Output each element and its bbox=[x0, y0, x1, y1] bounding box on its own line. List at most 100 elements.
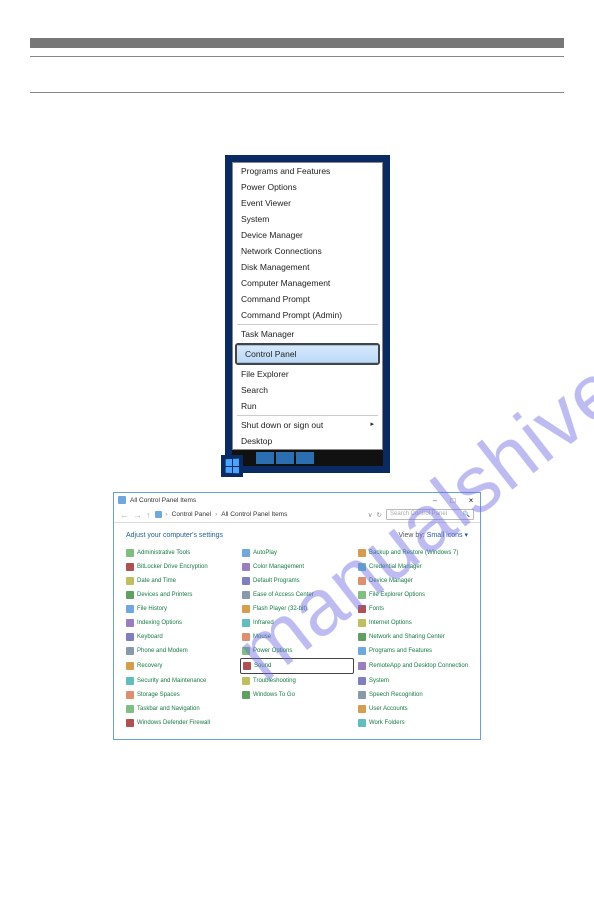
winx-item[interactable]: Computer Management bbox=[233, 275, 382, 291]
search-input[interactable]: Search Control Panel 🔍 bbox=[386, 509, 474, 520]
control-panel-item[interactable]: Fonts bbox=[358, 603, 468, 615]
winx-item[interactable]: Run bbox=[233, 398, 382, 414]
item-icon bbox=[358, 549, 366, 557]
control-panel-item[interactable]: Mouse bbox=[242, 631, 352, 643]
control-panel-item-sound-highlighted[interactable]: Sound bbox=[240, 658, 354, 674]
control-panel-item[interactable]: Recovery bbox=[126, 659, 236, 673]
control-panel-item[interactable]: Ease of Access Center bbox=[242, 589, 352, 601]
control-panel-item[interactable]: Security and Maintenance bbox=[126, 675, 236, 687]
page-header-line-1 bbox=[30, 56, 564, 57]
close-button[interactable]: × bbox=[466, 496, 476, 505]
winx-item[interactable]: File Explorer bbox=[233, 366, 382, 382]
view-by-dropdown[interactable]: Small icons ▾ bbox=[427, 532, 468, 539]
item-label: Administrative Tools bbox=[137, 550, 190, 556]
up-button[interactable]: ↑ bbox=[146, 510, 151, 520]
control-panel-item[interactable]: AutoPlay bbox=[242, 547, 352, 559]
control-panel-item[interactable]: Flash Player (32-bit) bbox=[242, 603, 352, 615]
item-label: File Explorer Options bbox=[369, 592, 425, 598]
titlebar: All Control Panel Items – □ × bbox=[114, 493, 480, 507]
control-panel-item[interactable]: Network and Sharing Center bbox=[358, 631, 468, 643]
item-label: Backup and Restore (Windows 7) bbox=[369, 550, 458, 556]
item-label: AutoPlay bbox=[253, 550, 277, 556]
control-panel-item[interactable]: Speech Recognition bbox=[358, 689, 468, 701]
control-panel-item[interactable]: Default Programs bbox=[242, 575, 352, 587]
maximize-button[interactable]: □ bbox=[448, 496, 458, 505]
item-icon bbox=[358, 719, 366, 727]
item-label: Phone and Modem bbox=[137, 648, 188, 654]
item-label: RemoteApp and Desktop Connections bbox=[369, 663, 468, 669]
control-panel-item[interactable]: Internet Options bbox=[358, 617, 468, 629]
winx-item-control-panel[interactable]: Control Panel bbox=[237, 345, 378, 363]
control-panel-item[interactable]: Credential Manager bbox=[358, 561, 468, 573]
control-panel-item[interactable]: Taskbar and Navigation bbox=[126, 703, 236, 715]
item-label: Recovery bbox=[137, 663, 162, 669]
breadcrumb-root[interactable]: Control Panel bbox=[172, 511, 211, 518]
winx-item[interactable]: Search bbox=[233, 382, 382, 398]
control-panel-item[interactable]: File History bbox=[126, 603, 236, 615]
control-panel-item[interactable]: Administrative Tools bbox=[126, 547, 236, 559]
taskbar-item[interactable] bbox=[296, 452, 314, 464]
minimize-button[interactable]: – bbox=[430, 496, 440, 505]
item-icon bbox=[126, 619, 134, 627]
winx-item[interactable]: Command Prompt (Admin) bbox=[233, 307, 382, 323]
control-panel-item[interactable]: RemoteApp and Desktop Connections bbox=[358, 659, 468, 673]
control-panel-item[interactable]: File Explorer Options bbox=[358, 589, 468, 601]
control-panel-item[interactable]: Indexing Options bbox=[126, 617, 236, 629]
control-panel-item[interactable]: Device Manager bbox=[358, 575, 468, 587]
winx-item[interactable]: Power Options bbox=[233, 179, 382, 195]
winx-item[interactable]: Disk Management bbox=[233, 259, 382, 275]
item-icon bbox=[242, 549, 250, 557]
winx-item[interactable]: Command Prompt bbox=[233, 291, 382, 307]
item-label: Credential Manager bbox=[369, 564, 422, 570]
control-panel-item[interactable]: Keyboard bbox=[126, 631, 236, 643]
winx-item[interactable]: Event Viewer bbox=[233, 195, 382, 211]
item-icon bbox=[243, 662, 251, 670]
taskbar-item[interactable] bbox=[256, 452, 274, 464]
control-panel-item[interactable]: Troubleshooting bbox=[242, 675, 352, 687]
item-label: Flash Player (32-bit) bbox=[253, 606, 307, 612]
item-label: User Accounts bbox=[369, 706, 408, 712]
control-panel-item[interactable]: Windows To Go bbox=[242, 689, 352, 701]
control-panel-item[interactable]: Color Management bbox=[242, 561, 352, 573]
winx-item[interactable]: Programs and Features bbox=[233, 163, 382, 179]
item-icon bbox=[358, 591, 366, 599]
forward-button[interactable]: → bbox=[133, 510, 142, 520]
control-panel-item[interactable]: System bbox=[358, 675, 468, 687]
item-label: System bbox=[369, 678, 389, 684]
control-panel-item[interactable]: Work Folders bbox=[358, 717, 468, 729]
winx-item-task-manager[interactable]: Task Manager bbox=[233, 326, 382, 342]
control-panel-item[interactable]: Date and Time bbox=[126, 575, 236, 587]
control-panel-item[interactable]: Backup and Restore (Windows 7) bbox=[358, 547, 468, 559]
control-panel-window: All Control Panel Items – □ × ← → ↑ › Co… bbox=[113, 492, 481, 740]
control-panel-item[interactable]: Storage Spaces bbox=[126, 689, 236, 701]
item-icon bbox=[126, 563, 134, 571]
winx-item[interactable]: System bbox=[233, 211, 382, 227]
control-panel-item[interactable]: Infrared bbox=[242, 617, 352, 629]
winx-item[interactable]: Device Manager bbox=[233, 227, 382, 243]
winx-item-desktop[interactable]: Desktop bbox=[233, 433, 382, 449]
winx-item-shutdown[interactable]: Shut down or sign out bbox=[233, 417, 382, 433]
item-icon bbox=[126, 633, 134, 641]
control-panel-item[interactable]: Windows Defender Firewall bbox=[126, 717, 236, 729]
control-panel-item[interactable]: Programs and Features bbox=[358, 645, 468, 657]
item-icon bbox=[126, 647, 134, 655]
control-panel-item[interactable]: User Accounts bbox=[358, 703, 468, 715]
control-panel-item[interactable]: Power Options bbox=[242, 645, 352, 657]
address-bar: ← → ↑ › Control Panel › All Control Pane… bbox=[114, 507, 480, 523]
item-label: Speech Recognition bbox=[369, 692, 423, 698]
breadcrumb-leaf[interactable]: All Control Panel Items bbox=[221, 511, 287, 518]
control-panel-item[interactable]: BitLocker Drive Encryption bbox=[126, 561, 236, 573]
item-label: Sound bbox=[254, 663, 271, 669]
back-button[interactable]: ← bbox=[120, 510, 129, 520]
item-icon bbox=[242, 619, 250, 627]
item-icon bbox=[358, 633, 366, 641]
taskbar-item[interactable] bbox=[276, 452, 294, 464]
item-icon bbox=[242, 647, 250, 655]
winx-item[interactable]: Network Connections bbox=[233, 243, 382, 259]
item-label: Windows Defender Firewall bbox=[137, 720, 210, 726]
item-label: File History bbox=[137, 606, 167, 612]
control-panel-grid: Administrative Tools AutoPlay Backup and R… bbox=[114, 545, 480, 739]
start-button[interactable] bbox=[221, 455, 243, 477]
control-panel-item[interactable]: Devices and Printers bbox=[126, 589, 236, 601]
control-panel-item[interactable]: Phone and Modem bbox=[126, 645, 236, 657]
